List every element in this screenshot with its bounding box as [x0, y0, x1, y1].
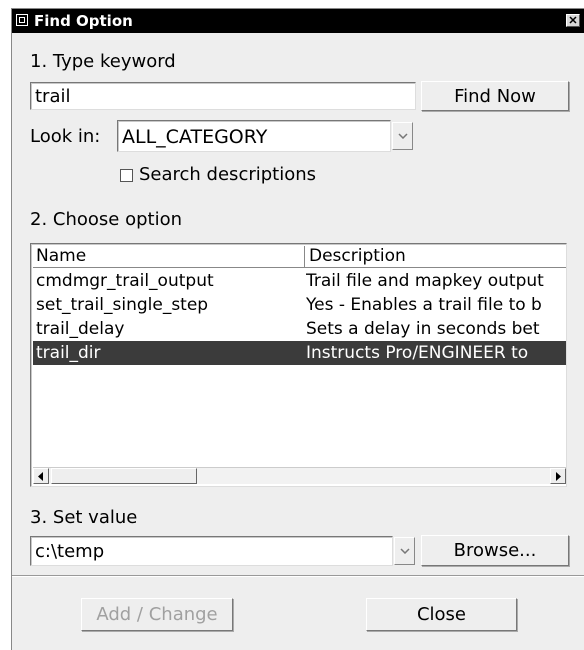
horizontal-scrollbar[interactable]	[33, 467, 566, 484]
look-in-dropdown-button[interactable]	[392, 122, 413, 150]
window-menu-icon[interactable]	[16, 14, 28, 26]
close-icon[interactable]: ✕	[566, 14, 580, 27]
step1-label: 1. Type keyword	[30, 51, 176, 72]
scroll-left-icon[interactable]	[33, 468, 49, 484]
value-dropdown-button[interactable]	[394, 537, 415, 565]
browse-button[interactable]: Browse...	[421, 535, 569, 566]
options-list[interactable]: Name Description cmdmgr_trail_output Tra…	[30, 243, 567, 487]
option-name: trail_dir	[36, 343, 101, 363]
keyword-value: trail	[35, 86, 71, 107]
table-row-selected[interactable]: trail_dir Instructs Pro/ENGINEER to	[33, 341, 566, 365]
option-description: Yes - Enables a trail file to b	[306, 295, 542, 315]
table-row[interactable]: trail_delay Sets a delay in seconds bet	[33, 317, 566, 341]
add-change-button[interactable]: Add / Change	[81, 598, 233, 631]
find-option-dialog: Find Option ✕ 1. Type keyword trail Find…	[11, 8, 584, 650]
title-bar: Find Option ✕	[12, 9, 584, 33]
step3-label: 3. Set value	[30, 507, 138, 528]
chevron-down-icon	[400, 548, 410, 554]
option-description: Trail file and mapkey output	[306, 271, 544, 291]
look-in-select[interactable]: ALL_CATEGORY	[117, 120, 391, 152]
scrollbar-thumb[interactable]	[51, 468, 197, 484]
value-input[interactable]: c:\temp	[30, 536, 393, 566]
table-row[interactable]: cmdmgr_trail_output Trail file and mapke…	[33, 269, 566, 293]
column-header-description[interactable]: Description	[306, 246, 566, 267]
option-name: cmdmgr_trail_output	[36, 271, 214, 291]
find-now-button[interactable]: Find Now	[421, 81, 569, 111]
window-title: Find Option	[34, 12, 133, 30]
option-name: set_trail_single_step	[36, 295, 209, 315]
close-button[interactable]: Close	[366, 598, 517, 631]
table-row[interactable]: set_trail_single_step Yes - Enables a tr…	[33, 293, 566, 317]
search-descriptions-label: Search descriptions	[139, 164, 317, 185]
keyword-input[interactable]: trail	[30, 82, 416, 110]
search-descriptions-checkbox[interactable]	[120, 169, 133, 182]
option-description: Sets a delay in seconds bet	[306, 319, 540, 339]
chevron-down-icon	[398, 133, 408, 139]
footer-divider	[12, 575, 584, 577]
option-description: Instructs Pro/ENGINEER to	[306, 343, 529, 363]
look-in-value: ALL_CATEGORY	[122, 126, 268, 148]
value-text: c:\temp	[35, 541, 105, 562]
step2-label: 2. Choose option	[30, 209, 182, 230]
list-header: Name Description	[33, 246, 566, 268]
scroll-right-icon[interactable]	[550, 468, 566, 484]
look-in-label: Look in:	[30, 126, 101, 147]
option-name: trail_delay	[36, 319, 125, 339]
column-header-name[interactable]: Name	[33, 246, 305, 267]
